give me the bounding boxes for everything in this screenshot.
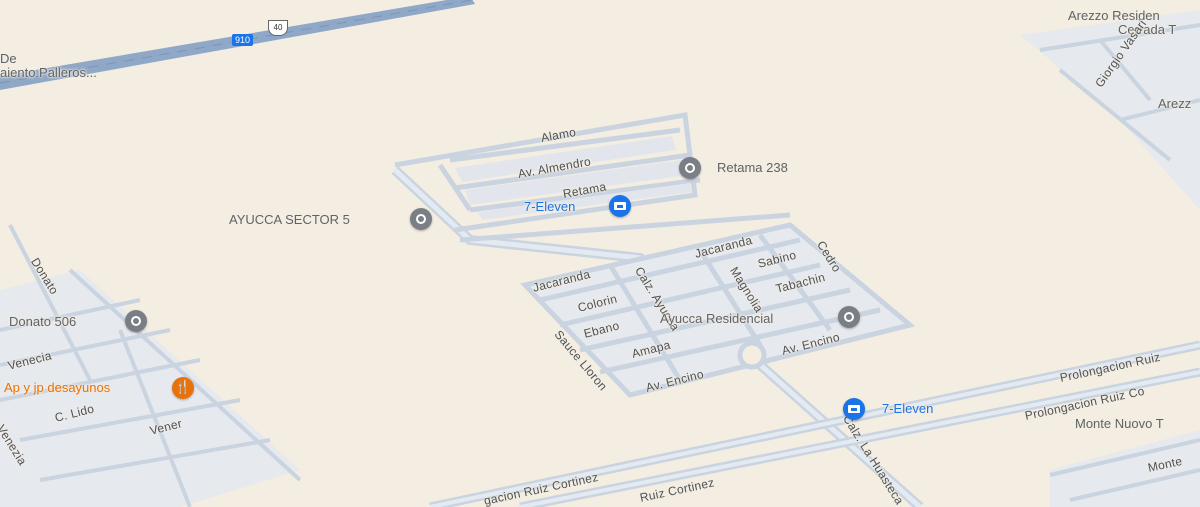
restaurant-icon[interactable]: 🍴 bbox=[172, 377, 194, 399]
place-donato-506[interactable]: Donato 506 bbox=[9, 315, 76, 328]
arezzo-label-2: Arezz bbox=[1158, 96, 1192, 111]
place-ayucca-residencial[interactable]: Ayucca Residencial bbox=[660, 312, 773, 325]
location-pin-icon[interactable] bbox=[838, 306, 860, 328]
highway-910-shield: 910 bbox=[232, 34, 254, 46]
place-pin-icon[interactable] bbox=[679, 157, 701, 179]
partial-label-de: De bbox=[0, 51, 17, 66]
highway-40-shield: 40 bbox=[268, 20, 288, 36]
convenience-store-icon[interactable] bbox=[843, 398, 865, 420]
map-base-layer bbox=[0, 0, 1200, 507]
map-canvas[interactable]: 910 40 De aiento Palleros... Arezzo Resi… bbox=[0, 0, 1200, 507]
place-retama-238[interactable]: Retama 238 bbox=[717, 161, 788, 174]
location-pin-icon[interactable] bbox=[410, 208, 432, 230]
convenience-store-icon[interactable] bbox=[609, 195, 631, 217]
monte-nuovo-label[interactable]: Monte Nuovo T bbox=[1075, 417, 1164, 430]
place-7-eleven-top[interactable]: 7-Eleven bbox=[524, 200, 575, 213]
place-ap-y-jp-desayunos[interactable]: Ap y jp desayunos bbox=[4, 381, 110, 394]
place-7-eleven-bottom[interactable]: 7-Eleven bbox=[882, 402, 933, 415]
partial-label-palleros: aiento Palleros... bbox=[0, 65, 97, 80]
place-ayucca-sector-5[interactable]: AYUCCA SECTOR 5 bbox=[229, 213, 350, 226]
arezzo-residencial-label[interactable]: Arezzo Residen bbox=[1068, 9, 1160, 22]
location-pin-icon[interactable] bbox=[125, 310, 147, 332]
